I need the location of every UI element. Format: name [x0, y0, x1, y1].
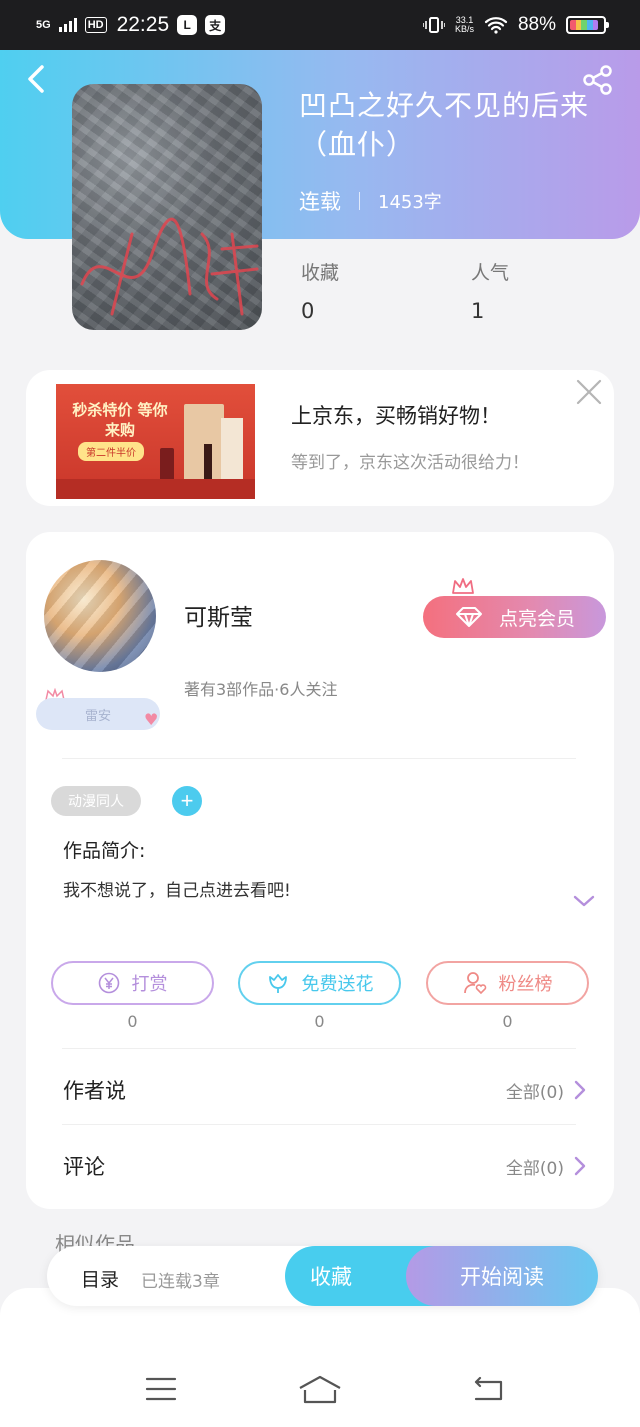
status-bar: 5G HD 22:25 L 支 33.1 KB/s 88% [0, 0, 640, 50]
start-reading-button[interactable]: 开始阅读 [406, 1246, 598, 1306]
book-status: 连载 [299, 190, 341, 214]
back-icon[interactable] [22, 62, 52, 96]
stat-popularity: 人气 1 [471, 262, 510, 323]
book-title: 凹凸之好久不见的后来（血仆） [299, 89, 590, 161]
fan-count: 0 [502, 1012, 513, 1031]
divider [62, 758, 576, 759]
divider [62, 1124, 576, 1125]
home-icon[interactable] [298, 1374, 342, 1404]
diamond-icon [456, 607, 482, 627]
chapter-count: 已连载3章 [141, 1272, 220, 1292]
vibrate-icon [422, 17, 445, 33]
network-type: 5G [36, 18, 51, 31]
book-cover[interactable] [72, 84, 262, 330]
close-icon[interactable] [575, 378, 603, 406]
chevron-right-icon [574, 1156, 586, 1176]
battery-icon [566, 16, 609, 34]
send-flower-button[interactable]: 免费送花 [238, 961, 401, 1005]
chevron-right-icon [574, 1080, 586, 1100]
crown-icon [452, 578, 474, 594]
app-notification-icon: L [177, 15, 198, 35]
author-badge: 雷安 [36, 698, 160, 730]
network-speed: 33.1 KB/s [454, 15, 474, 34]
battery-percent: 88% [517, 14, 556, 35]
user-heart-icon [463, 972, 486, 995]
author-summary: 著有3部作品·6人关注 [184, 680, 338, 699]
vip-button[interactable]: 点亮会员 [423, 596, 606, 638]
hd-icon: HD [84, 17, 107, 33]
meta-divider [359, 192, 360, 210]
author-avatar[interactable] [44, 560, 156, 672]
add-tag-button[interactable]: + [172, 786, 202, 816]
book-meta: 连载 1453字 [299, 186, 442, 216]
ad-description: 等到了，京东这次活动很给力！ [291, 453, 529, 473]
tip-button[interactable]: 打赏 [51, 961, 214, 1005]
cover-signature [80, 217, 259, 316]
ad-banner[interactable]: 秒杀特价 等你来购 第二件半价 上京东，买畅销好物！ 等到了，京东这次活动很给力… [26, 370, 614, 506]
word-count: 1453字 [378, 192, 442, 213]
menu-icon[interactable] [145, 1376, 177, 1402]
flower-count: 0 [314, 1012, 325, 1031]
flower-icon [268, 974, 287, 993]
author-name[interactable]: 可斯莹 [184, 598, 253, 632]
fan-ranking-button[interactable]: 粉丝榜 [426, 961, 589, 1005]
ad-title: 上京东，买畅销好物！ [291, 404, 501, 428]
signal-icon [58, 18, 77, 32]
table-of-contents-button[interactable]: 目录 [81, 1265, 119, 1292]
yen-icon [98, 972, 119, 994]
stat-favorites: 收藏 0 [301, 262, 340, 323]
back-nav-icon[interactable] [472, 1374, 504, 1402]
tip-count: 0 [127, 1012, 138, 1031]
tag-item[interactable]: 动漫同人 [51, 786, 141, 816]
chevron-down-icon[interactable] [572, 892, 596, 910]
clock: 22:25 [116, 13, 170, 36]
ad-image[interactable]: 秒杀特价 等你来购 第二件半价 [56, 384, 255, 499]
author-notes-row[interactable]: 作者说 全部(0) [26, 1052, 614, 1128]
wifi-icon [484, 17, 508, 34]
heart-icon: ♥ [144, 710, 159, 729]
intro-label: 作品简介: [63, 840, 146, 862]
bottom-sheet [0, 1288, 640, 1427]
comments-row[interactable]: 评论 全部(0) [26, 1128, 614, 1204]
divider [62, 1048, 576, 1049]
alipay-notification-icon: 支 [205, 15, 226, 35]
intro-text: 我不想说了，自己点进去看吧! [63, 881, 291, 901]
